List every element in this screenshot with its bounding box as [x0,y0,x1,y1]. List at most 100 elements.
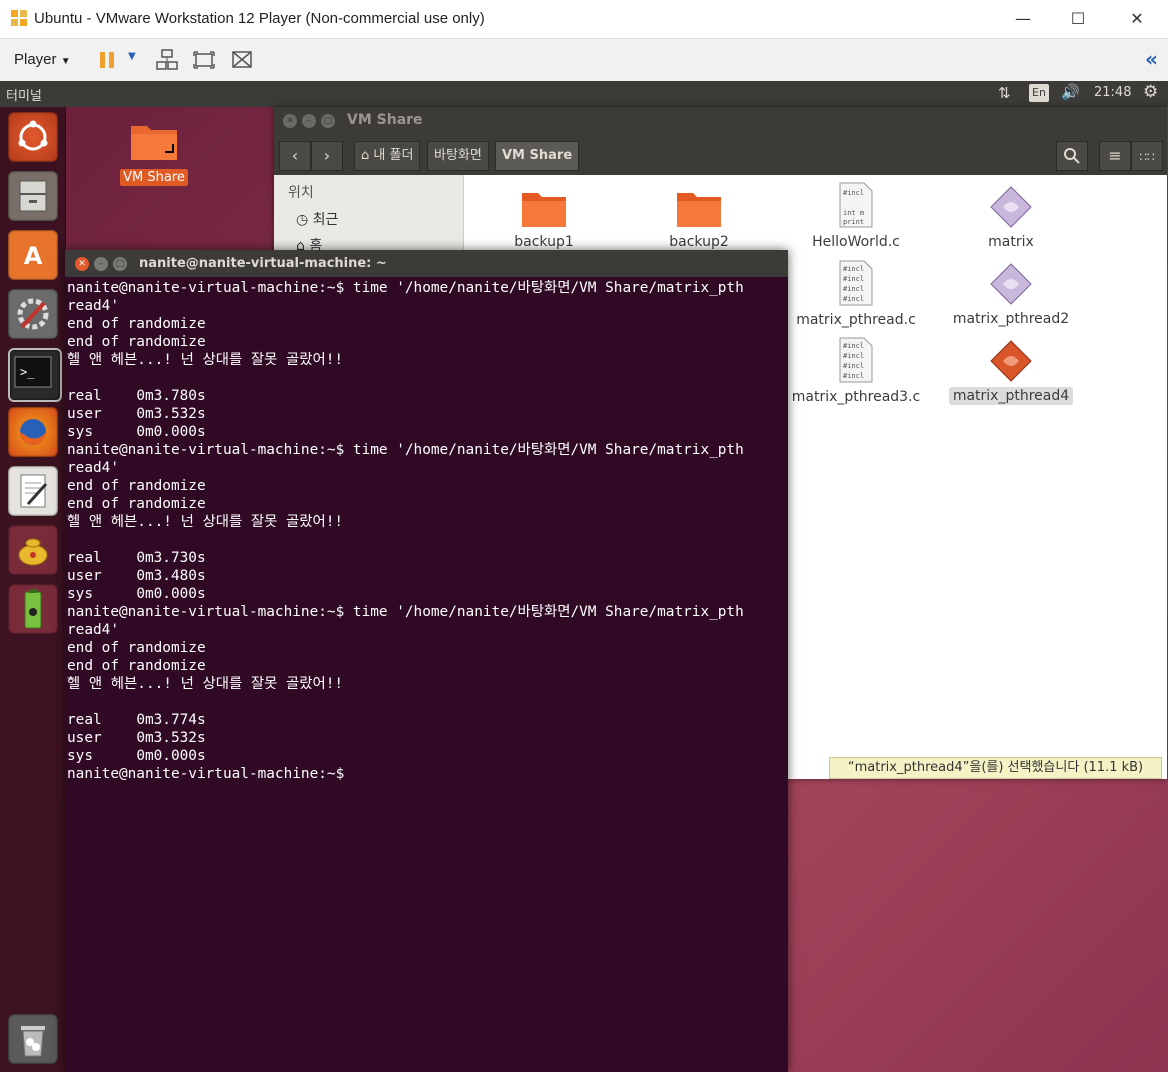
network-arrows-icon[interactable]: ⇅ [998,84,1011,102]
file-name: HelloWorld.c [812,234,900,250]
minimize-window-icon[interactable]: – [94,257,108,271]
file-item[interactable]: matrix [936,185,1086,251]
svg-text:A: A [24,242,43,270]
panel-app-title: 터미널 [6,89,42,104]
desktop-vm-share-shortcut[interactable]: VM Share [118,118,190,186]
file-name: backup2 [669,234,729,250]
clock-icon: ◷ [296,212,309,228]
svg-text:#incl: #incl [843,275,864,283]
teapot-app-icon[interactable] [8,525,58,575]
unity-launcher: A >_ [0,107,66,1072]
file-name: matrix_pthread4 [948,387,1074,405]
search-button[interactable] [1056,141,1088,171]
fullscreen-button[interactable] [192,48,216,72]
file-item[interactable]: #incl #incl #incl #incl matrix_pthread3.c [781,336,931,406]
firefox-icon[interactable] [8,407,58,457]
breadcrumb-home-label: 내 폴더 [373,148,414,163]
text-editor-icon[interactable] [8,466,58,516]
list-icon: ≡ [1108,146,1122,165]
fullscreen-icon [193,51,215,69]
breadcrumb-desktop[interactable]: 바탕화면 [427,141,489,171]
panel-clock[interactable]: 21:48 [1094,85,1131,100]
executable-icon [990,263,1032,305]
host-titlebar: Ubuntu - VMware Workstation 12 Player (N… [0,0,1168,39]
file-name: backup1 [514,234,574,250]
forward-button[interactable]: › [311,141,343,171]
desktop-icon-label: VM Share [120,169,188,186]
home-icon: ⌂ [361,148,370,163]
ubuntu-dash-icon[interactable] [8,112,58,162]
minimize-button[interactable]: — [1000,0,1046,38]
svg-text:#incl: #incl [843,189,864,197]
file-manager-titlebar: ✕ – □ VM Share [274,107,1167,135]
terminal-icon[interactable]: >_ [8,348,62,402]
folder-icon [677,193,721,227]
svg-text:#incl: #incl [843,285,864,293]
search-icon [1064,148,1080,164]
sidebar-item-recent[interactable]: ◷ 최근 [296,209,338,229]
svg-text:#incl: #incl [843,295,864,303]
file-item[interactable]: #incl #incl #incl #incl matrix_pthread.c [781,259,931,329]
terminal-output[interactable]: nanite@nanite-virtual-machine:~$ time '/… [67,279,788,783]
ubuntu-top-panel: 터미널 ⇅ En 🔊 21:48 ⚙ [0,81,1168,107]
terminal-titlebar: ✕ – □ nanite@nanite-virtual-machine: ~ [65,250,788,277]
svg-text:print: print [843,218,864,226]
grid-view-button[interactable]: ∷∷ [1131,141,1163,171]
system-settings-icon[interactable] [8,289,58,339]
close-window-icon[interactable]: ✕ [283,114,297,128]
battery-bug-app-icon[interactable] [8,584,58,634]
file-item[interactable]: matrix_pthread2 [936,262,1086,328]
breadcrumb-vm-share[interactable]: VM Share [495,141,580,171]
software-center-icon[interactable]: A [8,230,58,280]
sidebar-item-recent-label: 최근 [312,212,339,228]
volume-icon[interactable]: 🔊 [1061,83,1080,101]
selection-status-bar: “matrix_pthread4”을(를) 선택했습니다 (11.1 kB) [829,757,1162,779]
pause-button[interactable] [98,49,118,71]
c-source-file-icon: #incl int mprint [839,182,873,228]
file-item-selected[interactable]: matrix_pthread4 [936,339,1086,405]
executable-icon [990,340,1032,382]
chevron-right-icon: › [323,146,331,165]
c-source-file-icon: #incl #incl #incl #incl [839,260,873,306]
files-icon[interactable] [8,171,58,221]
svg-text:#incl: #incl [843,362,864,370]
pause-dropdown-icon[interactable]: ▼ [128,51,136,62]
network-devices-icon [156,49,178,70]
list-view-button[interactable]: ≡ [1099,141,1131,171]
file-name: matrix_pthread2 [952,311,1070,327]
file-item[interactable]: backup1 [469,187,619,251]
back-button[interactable]: ‹ [279,141,311,171]
maximize-button[interactable]: ☐ [1055,0,1101,38]
file-item[interactable]: #incl int m print HelloWorld.c [781,181,931,251]
sidebar-header: 위치 [288,185,314,201]
file-manager-title: VM Share [347,112,423,128]
trash-icon[interactable] [8,1014,58,1064]
file-manager-toolbar: ‹ › ⌂ 내 폴더 바탕화면 VM Share ≡ ∷∷ [274,135,1167,176]
close-button[interactable]: ✕ [1114,0,1160,38]
file-name: matrix_pthread.c [796,312,916,328]
keyboard-layout-indicator[interactable]: En [1029,84,1049,102]
svg-text:#incl: #incl [843,342,864,350]
maximize-window-icon[interactable]: □ [321,114,335,128]
maximize-window-icon[interactable]: □ [113,257,127,271]
folder-icon [131,126,177,160]
send-ctrl-alt-del-button[interactable] [155,48,179,72]
file-item[interactable]: backup2 [624,187,774,251]
dropdown-arrow-icon: ▼ [60,56,71,67]
terminal-window[interactable]: ✕ – □ nanite@nanite-virtual-machine: ~ n… [65,250,788,1072]
grid-icon: ∷∷ [1139,150,1155,164]
host-window-title: Ubuntu - VMware Workstation 12 Player (N… [34,10,485,27]
unity-mode-button[interactable] [230,48,254,72]
player-menu-button[interactable]: Player ▼ [14,51,71,68]
svg-text:#incl: #incl [843,352,864,360]
c-source-file-icon: #incl #incl #incl #incl [839,337,873,383]
settings-gear-icon[interactable]: ⚙ [1143,82,1158,102]
svg-text:#incl: #incl [843,265,864,273]
executable-icon [990,186,1032,228]
pause-icon [100,52,114,68]
close-window-icon[interactable]: ✕ [75,257,89,271]
collapse-toolbar-icon[interactable]: « [1145,47,1158,71]
file-name: matrix_pthread3.c [791,389,921,405]
minimize-window-icon[interactable]: – [302,114,316,128]
breadcrumb-home[interactable]: ⌂ 내 폴더 [354,141,421,171]
